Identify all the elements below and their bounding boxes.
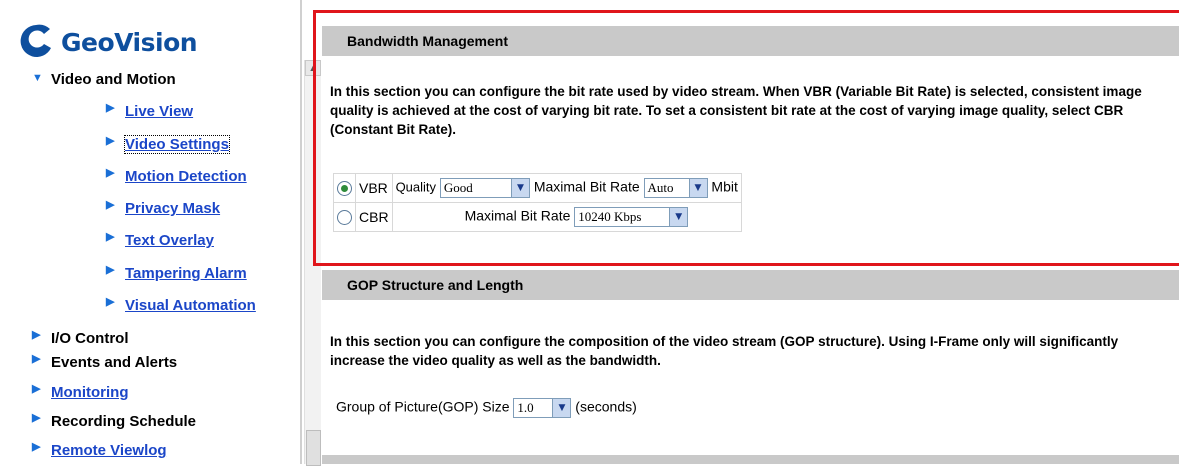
sidebar-item-label[interactable]: Live View [125, 103, 193, 120]
chevron-down-icon[interactable]: ▼ [552, 399, 571, 417]
gop-size-label: Group of Picture(GOP) Size [336, 398, 510, 415]
sidebar-item-label[interactable]: Monitoring [51, 384, 128, 401]
arrow-icon: ▶ [106, 231, 115, 243]
logo-icon [20, 24, 51, 57]
highlight-frame [313, 10, 1179, 266]
arrow-icon: ▶ [106, 102, 115, 114]
arrow-icon: ▶ [32, 353, 41, 365]
scroll-thumb[interactable] [306, 430, 321, 466]
sidebar: GeoVision ▼ Video and Motion ▶ Live View… [0, 0, 302, 464]
arrow-icon: ▶ [32, 383, 41, 395]
gop-size-unit: (seconds) [575, 398, 637, 415]
next-section-header [322, 455, 1179, 464]
sidebar-item-label: Events and Alerts [51, 354, 178, 371]
expanded-arrow-icon: ▼ [32, 72, 43, 84]
arrow-icon: ▶ [32, 412, 41, 424]
sidebar-item-label[interactable]: Motion Detection [125, 168, 247, 185]
sidebar-item-label[interactable]: Text Overlay [125, 232, 214, 249]
arrow-icon: ▶ [106, 167, 115, 179]
gop-size-row: Group of Picture(GOP) Size 1.0 ▼ (second… [336, 398, 637, 418]
sidebar-section-label: Video and Motion [51, 71, 176, 88]
arrow-icon: ▶ [32, 329, 41, 341]
gop-section-title: GOP Structure and Length [347, 277, 524, 293]
sidebar-item-label[interactable]: Tampering Alarm [125, 265, 247, 282]
sidebar-item-label[interactable]: Remote Viewlog [51, 442, 167, 459]
sidebar-item-label: Recording Schedule [51, 413, 197, 430]
arrow-icon: ▶ [32, 441, 41, 453]
gop-size-select[interactable]: 1.0 ▼ [513, 398, 572, 418]
sidebar-item-label[interactable]: Privacy Mask [125, 200, 220, 217]
sidebar-item-label: I/O Control [51, 330, 129, 347]
arrow-icon: ▶ [106, 199, 115, 211]
arrow-icon: ▶ [106, 264, 115, 276]
sidebar-item-label[interactable]: Video Settings [124, 135, 230, 154]
sidebar-item-label[interactable]: Visual Automation [125, 297, 256, 314]
arrow-icon: ▶ [106, 135, 115, 147]
gop-description: In this section you can configure the co… [330, 334, 1119, 368]
gop-size-value: 1.0 [517, 400, 534, 415]
arrow-icon: ▶ [106, 296, 115, 308]
logo-text: GeoVision [61, 28, 198, 57]
gop-section-header: GOP Structure and Length [322, 270, 1179, 300]
